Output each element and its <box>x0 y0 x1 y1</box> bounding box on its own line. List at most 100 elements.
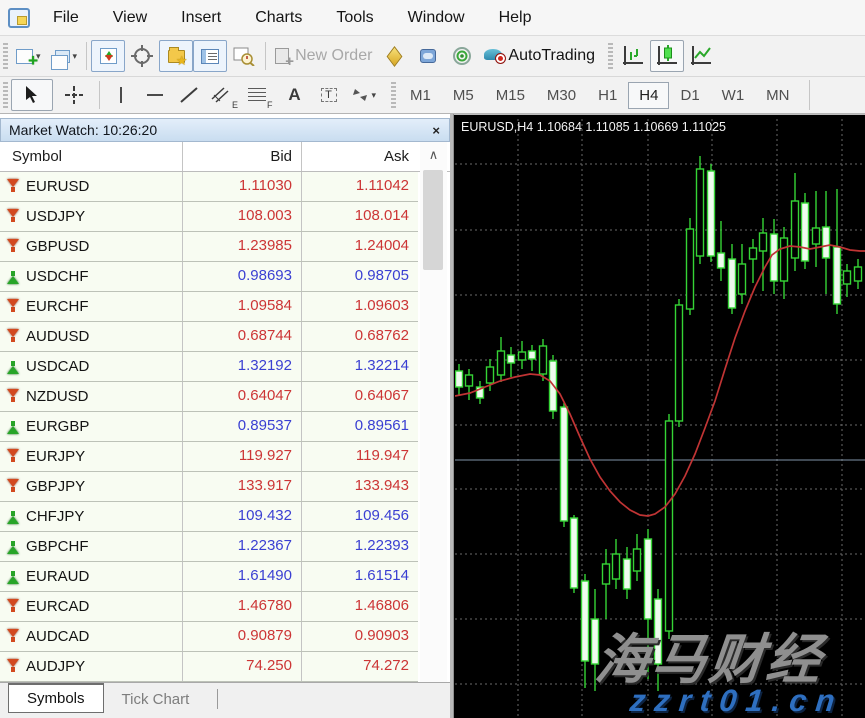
menu-item-file[interactable]: File <box>36 1 96 35</box>
timeframe-button-h4[interactable]: H4 <box>628 82 669 109</box>
navigator-toggle-button[interactable]: ★ <box>159 40 193 72</box>
candlestick <box>466 375 473 386</box>
table-row-eurchf[interactable]: EURCHF1.095841.09603 <box>0 292 418 322</box>
candlestick <box>708 171 715 256</box>
table-row-euraud[interactable]: EURAUD1.614901.61514 <box>0 562 418 592</box>
table-row-gbpchf[interactable]: GBPCHF1.223671.22393 <box>0 532 418 562</box>
toolbar-grip[interactable] <box>608 43 613 69</box>
table-row-eurcad[interactable]: EURCAD1.467801.46806 <box>0 592 418 622</box>
cursor-tool-button[interactable] <box>11 79 53 111</box>
autotrading-button[interactable]: AutoTrading <box>479 40 600 72</box>
timeframe-button-w1[interactable]: W1 <box>711 82 756 109</box>
tab-separator <box>217 689 218 709</box>
market-watch-title: Market Watch: 10:26:20 <box>1 122 423 138</box>
metaeditor-button[interactable] <box>377 40 411 72</box>
column-header-bid[interactable]: Bid <box>183 142 302 171</box>
toolbar-grip[interactable] <box>3 82 8 108</box>
timeframe-button-m1[interactable]: M1 <box>399 82 442 109</box>
trendline-tool-button[interactable] <box>172 79 206 111</box>
table-row-gbpusd[interactable]: GBPUSD1.239851.24004 <box>0 232 418 262</box>
table-row-eurusd[interactable]: EURUSD1.110301.11042 <box>0 172 418 202</box>
candlestick <box>519 352 526 360</box>
timeframe-button-m15[interactable]: M15 <box>485 82 536 109</box>
table-row-eurgbp[interactable]: EURGBP0.895370.89561 <box>0 412 418 442</box>
strategy-tester-button[interactable] <box>227 40 261 72</box>
candlestick <box>634 549 641 571</box>
table-row-audjpy[interactable]: AUDJPY74.25074.272 <box>0 652 418 682</box>
candlestick <box>834 247 841 304</box>
timeframe-button-d1[interactable]: D1 <box>669 82 710 109</box>
table-row-usdjpy[interactable]: USDJPY108.003108.014 <box>0 202 418 232</box>
symbol-cell: GBPCHF <box>0 532 183 561</box>
table-row-usdchf[interactable]: USDCHF0.986930.98705 <box>0 262 418 292</box>
timeframe-button-h1[interactable]: H1 <box>587 82 628 109</box>
timeframe-button-m5[interactable]: M5 <box>442 82 485 109</box>
candlestick <box>613 554 620 579</box>
price-down-arrow-icon <box>6 209 19 224</box>
market-watch-toggle-button[interactable] <box>91 40 125 72</box>
chart-window[interactable]: EURUSD,H4 1.10684 1.11085 1.10669 1.1102… <box>454 114 865 718</box>
timeframe-button-mn[interactable]: MN <box>755 82 800 109</box>
terminal-toggle-button[interactable] <box>193 40 227 72</box>
vertical-line-tool-button[interactable] <box>104 79 138 111</box>
symbol-label: GBPCHF <box>26 533 89 561</box>
line-chart-mode-button[interactable] <box>684 40 718 72</box>
candlestick <box>823 227 830 258</box>
toolbar-grip[interactable] <box>391 82 396 108</box>
equidistant-channel-tool-button[interactable]: E <box>206 79 243 111</box>
price-down-arrow-icon <box>6 629 19 644</box>
table-row-usdcad[interactable]: USDCAD1.321921.32214 <box>0 352 418 382</box>
menu-item-help[interactable]: Help <box>482 1 549 35</box>
vertical-line-icon <box>120 87 122 103</box>
timeframe-button-m30[interactable]: M30 <box>536 82 587 109</box>
ask-value: 0.68762 <box>302 322 418 351</box>
candlestick <box>676 305 683 421</box>
market-watch-scrollbar[interactable]: ∧ ∨ <box>420 142 447 682</box>
column-header-symbol[interactable]: Symbol <box>0 142 183 171</box>
tab-tick-chart[interactable]: Tick Chart <box>104 686 208 716</box>
price-down-arrow-icon <box>6 479 19 494</box>
close-icon[interactable]: × <box>423 123 449 138</box>
menu-item-tools[interactable]: Tools <box>319 1 390 35</box>
candlestick <box>508 355 515 363</box>
column-header-ask[interactable]: Ask <box>302 142 418 171</box>
market-watch-header[interactable]: Market Watch: 10:26:20 × <box>0 118 450 142</box>
scroll-up-icon[interactable]: ∧ <box>420 144 447 166</box>
candlestick <box>792 201 799 258</box>
data-window-button[interactable] <box>125 40 159 72</box>
symbol-cell: USDCAD <box>0 352 183 381</box>
bar-chart-mode-button[interactable] <box>616 40 650 72</box>
fibonacci-tool-button[interactable]: F <box>243 79 278 111</box>
toolbar-grip[interactable] <box>3 43 8 69</box>
text-label-tool-button[interactable]: T <box>312 79 346 111</box>
arrows-tool-button[interactable]: ▾ <box>346 79 382 111</box>
table-row-gbpjpy[interactable]: GBPJPY133.917133.943 <box>0 472 418 502</box>
bid-value: 1.61490 <box>183 562 302 591</box>
table-row-eurjpy[interactable]: EURJPY119.927119.947 <box>0 442 418 472</box>
table-row-audcad[interactable]: AUDCAD0.908790.90903 <box>0 622 418 652</box>
profiles-button[interactable]: ▾ <box>46 40 83 72</box>
new-chart-button[interactable]: + ▾ <box>11 40 46 72</box>
connection-button[interactable] <box>445 40 479 72</box>
candlestick <box>718 253 725 268</box>
menu-item-window[interactable]: Window <box>391 1 482 35</box>
tab-symbols[interactable]: Symbols <box>8 683 104 713</box>
candlestick-mode-button[interactable] <box>650 40 684 72</box>
table-row-chfjpy[interactable]: CHFJPY109.432109.456 <box>0 502 418 532</box>
scrollbar-thumb[interactable] <box>423 170 443 270</box>
bid-value: 119.927 <box>183 442 302 471</box>
mql-community-button[interactable] <box>411 40 445 72</box>
table-row-nzdusd[interactable]: NZDUSD0.640470.64067 <box>0 382 418 412</box>
crosshair-tool-button[interactable] <box>53 79 95 111</box>
table-row-audusd[interactable]: AUDUSD0.687440.68762 <box>0 322 418 352</box>
data-window-icon <box>131 45 153 67</box>
menu-item-insert[interactable]: Insert <box>164 1 238 35</box>
new-order-button[interactable]: New Order <box>270 40 377 72</box>
menu-item-charts[interactable]: Charts <box>238 1 319 35</box>
text-tool-button[interactable]: A <box>278 79 312 111</box>
symbol-cell: GBPJPY <box>0 472 183 501</box>
horizontal-line-tool-button[interactable] <box>138 79 172 111</box>
menu-item-view[interactable]: View <box>96 1 164 35</box>
connection-status-icon <box>452 46 472 66</box>
autotrading-label: AutoTrading <box>508 47 595 65</box>
